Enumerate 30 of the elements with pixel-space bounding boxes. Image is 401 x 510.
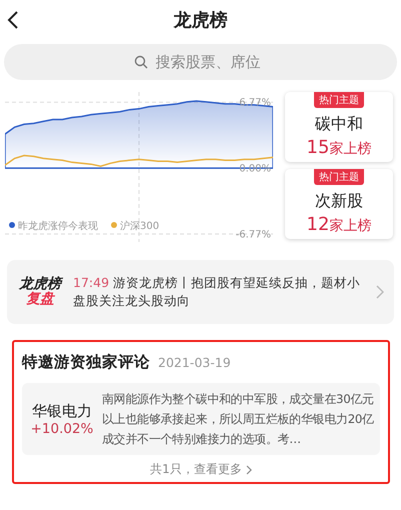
logo-text: 龙虎榜 [19,277,61,292]
hot-theme-badge: 热门主题 [314,169,364,185]
section-date: 2021-03-19 [158,355,231,370]
stock-name: 华银电力 [32,402,92,420]
chevron-icon [246,464,252,474]
legend-item: 昨龙虎涨停今表现 [9,221,98,232]
price-change: +10.02% [30,420,94,436]
search-icon [134,55,148,69]
y-tick-label: -6.77% [236,230,271,240]
theme-card[interactable]: 热门主题 碳中和 15家上榜 [285,92,393,162]
listed-count: 12家上榜 [306,214,372,235]
news-headline: 17:49 游资龙虎榜丨抱团股有望延续反抽，题材小盘股关注龙头股动向 [73,274,362,310]
theme-name: 次新股 [315,191,363,212]
search-field[interactable]: 搜索股票、席位 [4,44,397,80]
theme-card[interactable]: 热门主题 次新股 12家上榜 [285,169,393,239]
section-title: 特邀游资独家评论 [22,352,150,373]
listed-count: 15家上榜 [306,137,372,158]
comment-text: 南网能源作为整个碳中和的中军股，成交量在30亿元以上也能够承接起来，所以周五烂板的华银电力20亿成交并不一个特别难接力的选项。考… [102,391,374,448]
legend-label: 沪深300 [120,220,160,232]
back-icon[interactable] [6,10,20,30]
review-banner[interactable]: 龙虎榜 复盘 17:49 游资龙虎榜丨抱团股有望延续反抽，题材小盘股关注龙头股动向 [7,260,394,324]
logo-text: 复盘 [26,292,54,307]
search-input[interactable]: 搜索股票、席位 [154,52,268,72]
page-title: 龙虎榜 [174,9,228,32]
theme-name: 碳中和 [315,114,363,135]
see-more-link[interactable]: 共1只，查看更多 [150,461,242,478]
legend-label: 昨龙虎涨停今表现 [18,220,98,232]
legend-item: 沪深300 [111,221,160,232]
hot-theme-badge: 热门主题 [314,92,364,108]
chevron-icon [376,285,384,299]
